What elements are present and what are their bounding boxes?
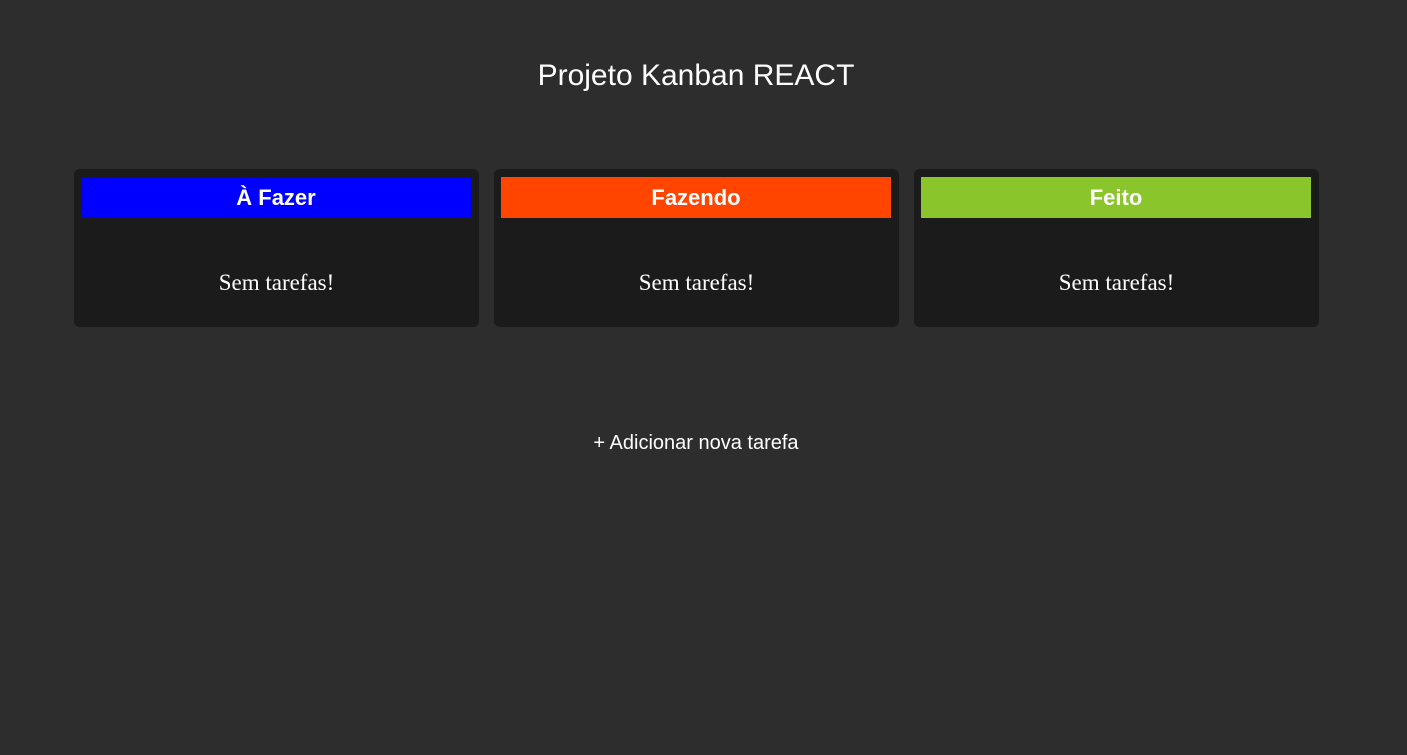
page-title: Projeto Kanban REACT: [537, 59, 855, 92]
column-header-done: Feito: [921, 177, 1311, 218]
column-header-doing: Fazendo: [501, 177, 891, 218]
empty-message: Sem tarefas!: [218, 270, 335, 295]
column-doing[interactable]: Fazendo Sem tarefas!: [494, 169, 899, 327]
column-done[interactable]: Feito Sem tarefas!: [914, 169, 1319, 327]
empty-message: Sem tarefas!: [638, 270, 755, 295]
column-header-todo: À Fazer: [81, 177, 471, 218]
column-todo[interactable]: À Fazer Sem tarefas!: [74, 169, 479, 327]
empty-message: Sem tarefas!: [1058, 270, 1175, 295]
kanban-board: À Fazer Sem tarefas! Fazendo Sem tarefas…: [74, 169, 1319, 327]
add-task-button[interactable]: + Adicionar nova tarefa: [0, 430, 1392, 456]
